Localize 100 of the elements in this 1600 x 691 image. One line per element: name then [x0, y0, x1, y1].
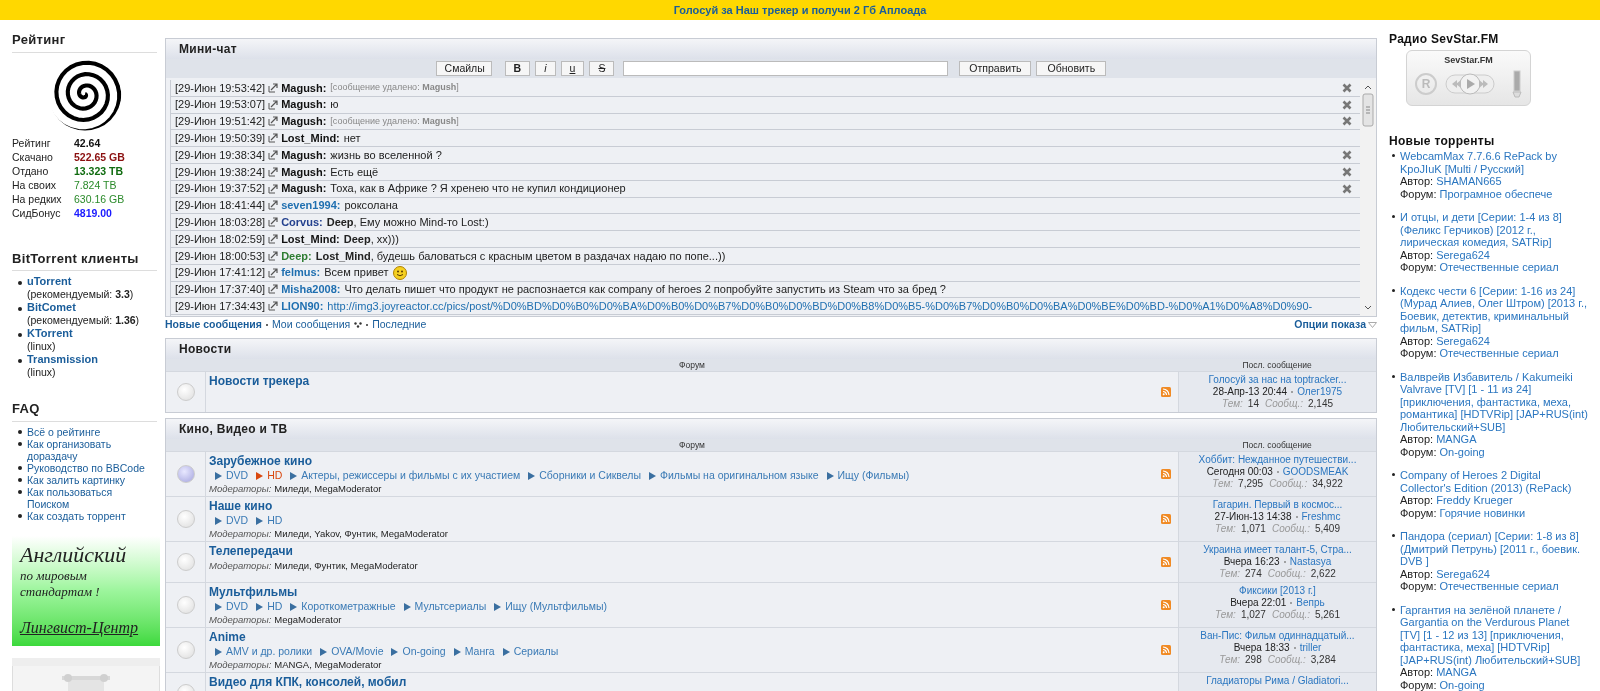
- subforum-link[interactable]: OVA/Movie: [320, 645, 384, 658]
- message-author[interactable]: Deep:: [281, 247, 312, 264]
- delete-icon[interactable]: [1342, 150, 1352, 161]
- promo-banner[interactable]: Голосуй за Наш трекер и получи 2 Гб Аплоада: [0, 0, 1600, 20]
- reply-arrow-icon[interactable]: [268, 217, 279, 228]
- reply-arrow-icon[interactable]: [268, 284, 279, 295]
- faq-link[interactable]: Всё о рейтинге: [27, 425, 101, 438]
- delete-icon[interactable]: [1342, 116, 1352, 127]
- last-post-author[interactable]: triller: [1299, 642, 1322, 654]
- bold-button[interactable]: B: [504, 61, 531, 76]
- forum-title[interactable]: Anime: [209, 630, 1154, 645]
- reply-arrow-icon[interactable]: [268, 82, 279, 93]
- message-author[interactable]: Magush:: [281, 164, 327, 180]
- rss-icon[interactable]: [1161, 387, 1171, 397]
- author-link[interactable]: MANGA: [1436, 433, 1477, 446]
- message-author[interactable]: Magush:: [281, 96, 327, 113]
- torrent-link[interactable]: Пандора (сериал) [Серии: 1-8 из 8] (Дмитрий Петрунь) [2011 г., боевик. DVB ]: [1400, 530, 1590, 568]
- last-post-author[interactable]: Nastasya: [1289, 556, 1332, 568]
- author-link[interactable]: MANGA: [1436, 666, 1477, 679]
- forum-title[interactable]: Телепередачи: [209, 544, 1154, 559]
- subforum-link[interactable]: Манга: [453, 645, 495, 658]
- rss-icon[interactable]: [1161, 514, 1171, 524]
- torrent-link[interactable]: Гаргантия на зелёной планете / Gargantia on the Verdurous Planet [TV] [1 - 12 из 13] [приключения, фантастика, меха] [HDTVRip] [JAP+RUS(int) Любительский+SUB]: [1400, 603, 1590, 666]
- last-post-author[interactable]: Вепрь: [1296, 597, 1325, 609]
- subforum-link[interactable]: Ищу (Фильмы): [826, 469, 910, 482]
- message-author[interactable]: Corvus:: [281, 214, 323, 231]
- subforum-link[interactable]: Короткометражные: [290, 600, 396, 613]
- rss-icon[interactable]: [1161, 600, 1171, 610]
- faq-link[interactable]: Как создать торрент: [27, 509, 126, 522]
- forum-title[interactable]: Наше кино: [209, 499, 1154, 514]
- subforum-link[interactable]: Мультсериалы: [403, 600, 487, 613]
- last-post-title[interactable]: Ван-Пис: Фильм одиннадцатый...: [1200, 630, 1355, 642]
- reply-arrow-icon[interactable]: [268, 301, 279, 312]
- author-link[interactable]: SHAMAN665: [1436, 175, 1502, 188]
- playback-controls-icon[interactable]: [1445, 71, 1495, 96]
- volume-icon[interactable]: [1512, 69, 1522, 98]
- client-link[interactable]: uTorrent: [27, 275, 134, 289]
- message-link[interactable]: http://img3.joyreactor.cc/pics/post/%D0%BD%D0%B0%D0%BA%D0%B0%D0%B7%D0%B0%D0%BD%D0%B8%D0%B5-%D0%B7%D0%B0%D0%BA%D0%BE%D0%BD-%D0%A1%D0%A8%D0%90-: [327, 298, 1313, 315]
- message-input[interactable]: [623, 61, 949, 76]
- client-link[interactable]: Transmission: [27, 353, 98, 367]
- reply-arrow-icon[interactable]: [268, 116, 279, 127]
- author-link[interactable]: Freddy Krueger: [1436, 494, 1513, 507]
- reply-arrow-icon[interactable]: [268, 200, 279, 211]
- reply-arrow-icon[interactable]: [268, 183, 279, 194]
- subforum-link[interactable]: DVD: [215, 514, 249, 527]
- last-post-author[interactable]: Олег1975: [1297, 386, 1343, 398]
- subforum-link[interactable]: HD: [256, 469, 283, 482]
- reply-arrow-icon[interactable]: [268, 267, 279, 278]
- delete-icon[interactable]: [1342, 183, 1352, 194]
- client-link[interactable]: KTorrent: [27, 327, 73, 341]
- send-button[interactable]: Отправить: [959, 61, 1032, 76]
- subforum-link[interactable]: Ищу (Мультфильмы): [494, 600, 607, 613]
- forum-title[interactable]: Видео для КПК, консолей, мобил: [209, 675, 1154, 690]
- torrent-link[interactable]: И отцы, и дети [Серии: 1-4 из 8] (Феликс Герчиков) [2012 г., лирическая комедия, SATRip]: [1400, 211, 1590, 249]
- recent-link[interactable]: Последние: [372, 317, 427, 333]
- subforum-link[interactable]: HD: [256, 600, 283, 613]
- subforum-link[interactable]: Сериалы: [502, 645, 559, 658]
- forum-link[interactable]: Отечественные сериал: [1439, 580, 1559, 593]
- underline-button[interactable]: u: [560, 61, 585, 76]
- message-author[interactable]: LION90:: [281, 298, 324, 315]
- reply-arrow-icon[interactable]: [268, 150, 279, 161]
- forum-title[interactable]: Мультфильмы: [209, 585, 1154, 600]
- forum-title[interactable]: Зарубежное кино: [209, 454, 1154, 469]
- reply-arrow-icon[interactable]: [268, 99, 279, 110]
- torrent-link[interactable]: WebcamMax 7.7.6.6 RePack by KpoJIuK [Multi / Русский]: [1400, 150, 1590, 175]
- smileys-button[interactable]: Смайлы: [435, 61, 492, 76]
- display-options-link[interactable]: Опции показа: [1294, 317, 1377, 333]
- forum-title[interactable]: Новости трекера: [209, 374, 1154, 389]
- last-post-title[interactable]: Украина имеет талант-5, Стра...: [1203, 544, 1352, 556]
- delete-icon[interactable]: [1342, 82, 1352, 93]
- forum-link[interactable]: On-going: [1439, 445, 1485, 458]
- subforum-link[interactable]: DVD: [215, 600, 249, 613]
- message-author[interactable]: Magush:: [281, 113, 327, 130]
- last-post-author[interactable]: Freshmc: [1301, 511, 1341, 523]
- new-messages-link[interactable]: Новые сообщения: [165, 317, 262, 333]
- message-author[interactable]: seven1994:: [281, 197, 341, 214]
- strike-button[interactable]: S: [589, 61, 615, 76]
- message-author[interactable]: Magush:: [281, 147, 327, 163]
- subforum-link[interactable]: Сборники и Сиквелы: [528, 469, 641, 482]
- last-post-title[interactable]: Гагарин. Первый в космос...: [1212, 499, 1343, 511]
- message-author[interactable]: Lost_Mind:: [281, 231, 340, 247]
- reply-arrow-icon[interactable]: [268, 133, 279, 144]
- ad-banner[interactable]: Английский по мировым стандартам ! Лингвист-Центр: [12, 535, 160, 646]
- forum-link[interactable]: On-going: [1439, 678, 1485, 691]
- faq-link[interactable]: Как залить картинку: [27, 473, 126, 486]
- last-post-title[interactable]: Фиксики [2013 г.]: [1239, 585, 1316, 597]
- subforum-link[interactable]: AMV и др. ролики: [215, 645, 313, 658]
- subforum-link[interactable]: On-going: [391, 645, 446, 658]
- author-link[interactable]: Serega624: [1436, 248, 1490, 261]
- my-messages-link[interactable]: Мои сообщения: [271, 317, 351, 333]
- refresh-button[interactable]: Обновить: [1036, 61, 1107, 76]
- last-post-title[interactable]: Голосуй за нас на toptracker...: [1208, 374, 1347, 386]
- message-author[interactable]: Magush:: [281, 80, 327, 96]
- torrent-link[interactable]: Валврейв Избавитель / Kakumeiki Valvrave [TV] [1 - 11 из 24] [приключения, фантастика, меха, романтика] [HDTVRip] [JAP+RUS(int) Любительский+SUB]: [1400, 370, 1590, 433]
- last-post-author[interactable]: GOODSMEAK: [1282, 466, 1349, 478]
- message-author[interactable]: Misha2008:: [281, 281, 341, 298]
- subforum-link[interactable]: Фильмы на оригинальном языке: [649, 469, 819, 482]
- torrent-link[interactable]: Кодекс чести 6 [Серии: 1-16 из 24] (Мурад Алиев, Олег Штром) [2013 г., Боевик, детектив, криминальный фильм, SATRip]: [1400, 284, 1590, 335]
- rss-icon[interactable]: [1161, 469, 1171, 479]
- author-link[interactable]: Serega624: [1436, 334, 1490, 347]
